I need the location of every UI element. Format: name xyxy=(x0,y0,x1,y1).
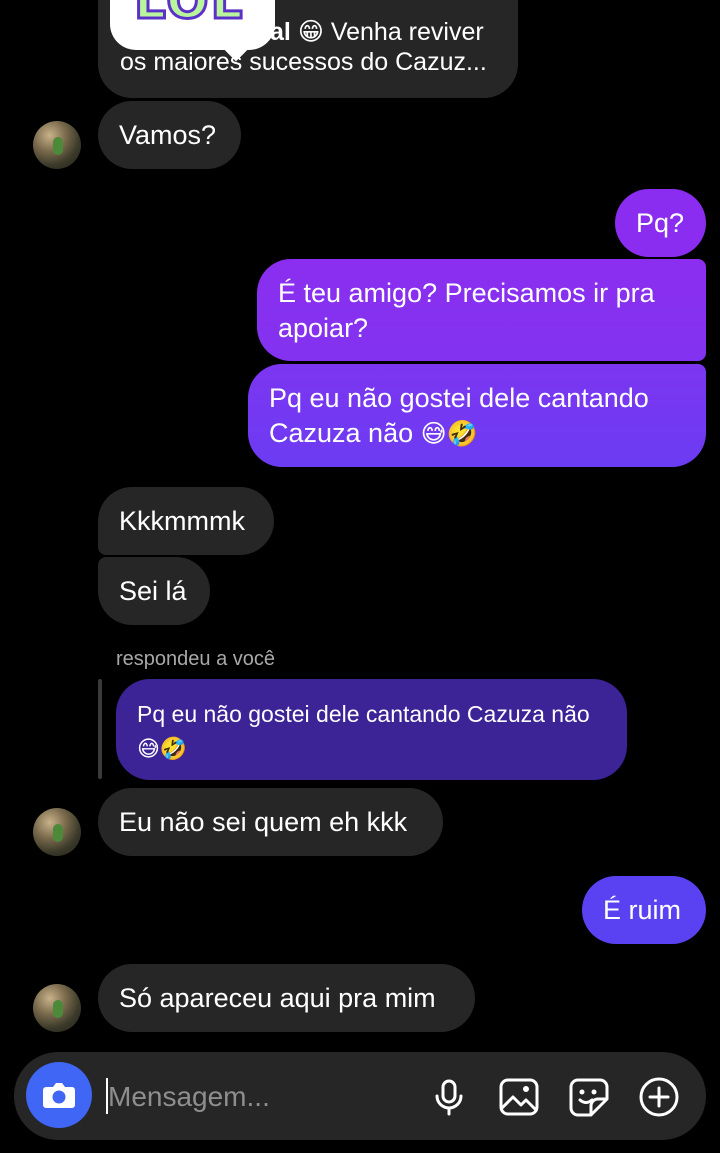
message-bubble-sent[interactable]: É ruim xyxy=(582,876,706,944)
reply-quoted-bubble[interactable]: Pq eu não gostei dele cantando Cazuza nã… xyxy=(116,679,627,780)
message-text: apoiar? xyxy=(278,313,369,343)
message-text: Kkkmmmk xyxy=(119,506,245,536)
sticker-icon[interactable] xyxy=(568,1076,610,1118)
message-bubble-received[interactable]: Sei lá xyxy=(98,557,210,625)
reply-quote-bar xyxy=(98,679,102,779)
avatar[interactable] xyxy=(33,121,81,169)
image-icon[interactable] xyxy=(498,1076,540,1118)
message-bubble-received[interactable]: Vamos? xyxy=(98,101,241,169)
microphone-icon[interactable] xyxy=(428,1076,470,1118)
message-bubble-received[interactable]: Kkkmmmk xyxy=(98,487,274,555)
message-text: Cazuza não xyxy=(269,418,414,448)
lol-sticker: LOL xyxy=(110,0,275,62)
avatar[interactable] xyxy=(33,808,81,856)
message-text: Sei lá xyxy=(119,576,187,606)
message-bubble-sent[interactable]: Pq? xyxy=(615,189,706,257)
message-text: É ruim xyxy=(603,895,682,925)
message-text: Eu não sei quem eh kkk xyxy=(119,807,408,837)
camera-button[interactable] xyxy=(26,1062,92,1128)
message-bubble-sent[interactable]: É teu amigo? Precisamos ir pra apoiar? xyxy=(257,259,706,361)
message-bubble-received[interactable]: Eu não sei quem eh kkk xyxy=(98,788,443,856)
lol-sticker-text: LOL xyxy=(132,0,245,32)
message-text: É teu amigo? Precisamos ir pra xyxy=(278,278,655,308)
message-composer: Mensagem... xyxy=(14,1052,706,1140)
message-text: Vamos? xyxy=(119,120,217,150)
message-text: Só apareceu aqui pra mim xyxy=(119,983,436,1013)
message-text: Pq? xyxy=(636,208,685,238)
reply-label: respondeu a você xyxy=(116,648,276,670)
camera-icon xyxy=(43,1083,75,1108)
quoted-emojis: 😅🤣 xyxy=(137,737,188,762)
quoted-text: Pq eu não gostei dele cantando Cazuza nã… xyxy=(137,701,590,727)
message-text: Pq eu não gostei dele cantando xyxy=(269,383,649,413)
message-bubble-received[interactable]: Só apareceu aqui pra mim xyxy=(98,964,475,1032)
message-bubble-sent[interactable]: Pq eu não gostei dele cantando Cazuza nã… xyxy=(248,364,706,467)
message-input[interactable]: Mensagem... xyxy=(108,1080,270,1114)
emoji: 😅🤣 xyxy=(420,419,478,448)
plus-icon[interactable] xyxy=(638,1076,680,1118)
avatar[interactable] xyxy=(33,984,81,1032)
